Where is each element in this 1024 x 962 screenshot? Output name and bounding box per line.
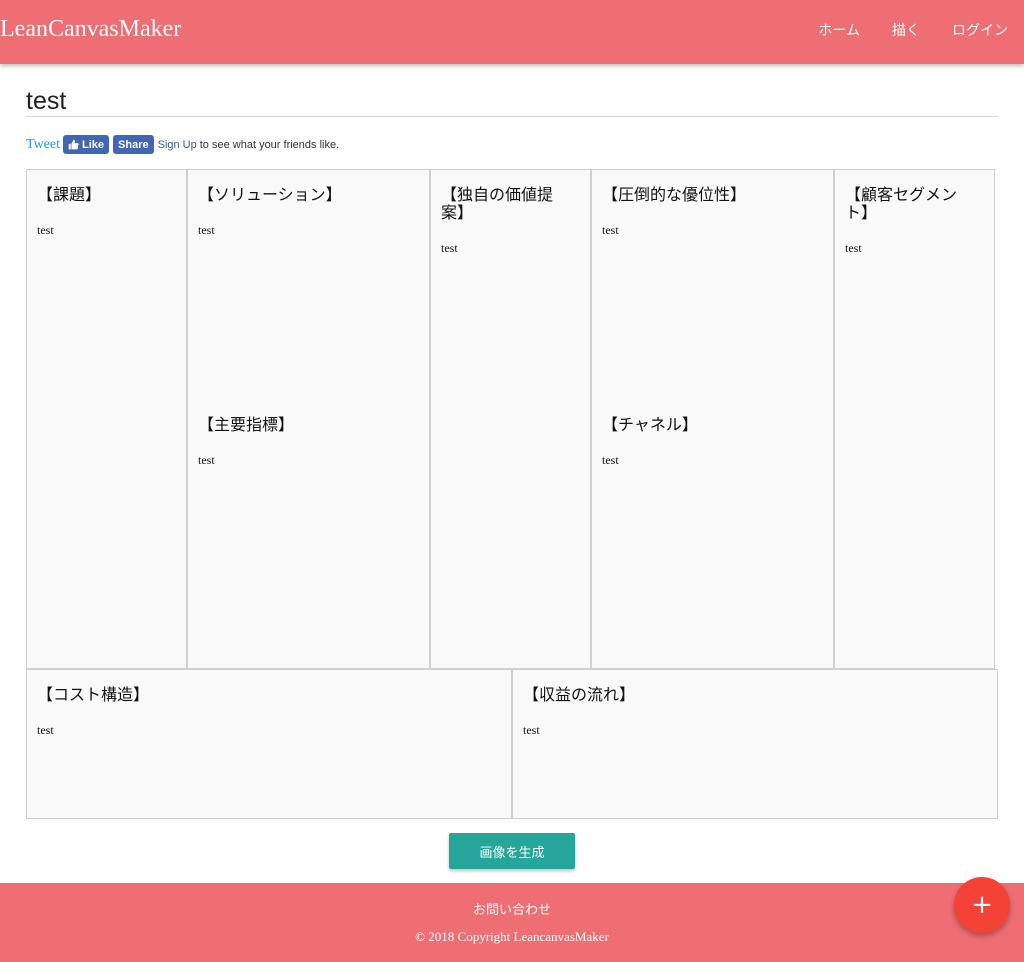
generate-image-button[interactable]: 画像を生成 [449, 833, 575, 869]
cost-structure-text: test [37, 723, 54, 737]
cost-structure-cell: 【コスト構造】 test [26, 669, 512, 819]
social-share-row: Tweet Like Share Sign Up to see what you… [26, 135, 339, 154]
footer: お問い合わせ © 2018 Copyright LeancanvasMaker [0, 883, 1024, 962]
customer-segments-heading: 【顧客セグメント】 [845, 185, 958, 222]
uvp-cell: 【独自の価値提案】 test [430, 169, 591, 669]
contact-link[interactable]: お問い合わせ [0, 899, 1024, 918]
customer-segments-text: test [845, 241, 862, 255]
plus-icon: + [971, 890, 993, 920]
solution-text: test [198, 223, 215, 237]
unfair-advantage-text: test [602, 223, 619, 237]
add-fab-button[interactable]: + [954, 877, 1010, 933]
tweet-link[interactable]: Tweet [26, 137, 60, 153]
uvp-text: test [441, 241, 458, 255]
nav-home-link[interactable]: ホーム [818, 20, 860, 42]
customer-segments-cell: 【顧客セグメント】 test [834, 169, 995, 669]
top-navbar: LeanCanvasMaker ホーム 描く ログイン [0, 0, 1024, 64]
problem-cell: 【課題】 test [26, 169, 187, 669]
problem-text: test [37, 223, 54, 237]
key-metrics-heading: 【主要指標】 [198, 415, 295, 434]
unfair-advantage-cell: 【圧倒的な優位性】 test 【チャネル】 test [591, 169, 834, 669]
solution-heading: 【ソリューション】 [198, 185, 342, 204]
brand-logo[interactable]: LeanCanvasMaker [0, 16, 181, 43]
friends-like-text: to see what your friends like. [199, 138, 340, 151]
lean-canvas: 【課題】 test 【ソリューション】 test 【主要指標】 test 【独自… [26, 169, 998, 819]
like-label: Like [82, 138, 105, 151]
page-title: test [26, 84, 998, 117]
copyright-text: © 2018 Copyright LeancanvasMaker [415, 929, 609, 944]
problem-heading: 【課題】 [37, 185, 102, 204]
facebook-like-button[interactable]: Like [63, 135, 110, 154]
unfair-advantage-heading: 【圧倒的な優位性】 [602, 185, 747, 204]
revenue-streams-heading: 【収益の流れ】 [523, 685, 636, 704]
nav-login-link[interactable]: ログイン [952, 20, 1008, 42]
revenue-streams-cell: 【収益の流れ】 test [512, 669, 998, 819]
channels-heading: 【チャネル】 [602, 415, 698, 434]
signup-link[interactable]: Sign Up [158, 139, 197, 151]
uvp-heading: 【独自の価値提案】 [441, 185, 554, 222]
nav-menu: ホーム 描く ログイン [786, 20, 1008, 42]
key-metrics-text: test [198, 453, 215, 467]
facebook-share-button[interactable]: Share [113, 135, 154, 154]
thumbs-up-icon [68, 139, 79, 150]
channels-text: test [602, 453, 619, 467]
solution-cell: 【ソリューション】 test 【主要指標】 test [187, 169, 430, 669]
nav-draw-link[interactable]: 描く [892, 20, 920, 42]
revenue-streams-text: test [523, 723, 540, 737]
cost-structure-heading: 【コスト構造】 [37, 685, 150, 704]
